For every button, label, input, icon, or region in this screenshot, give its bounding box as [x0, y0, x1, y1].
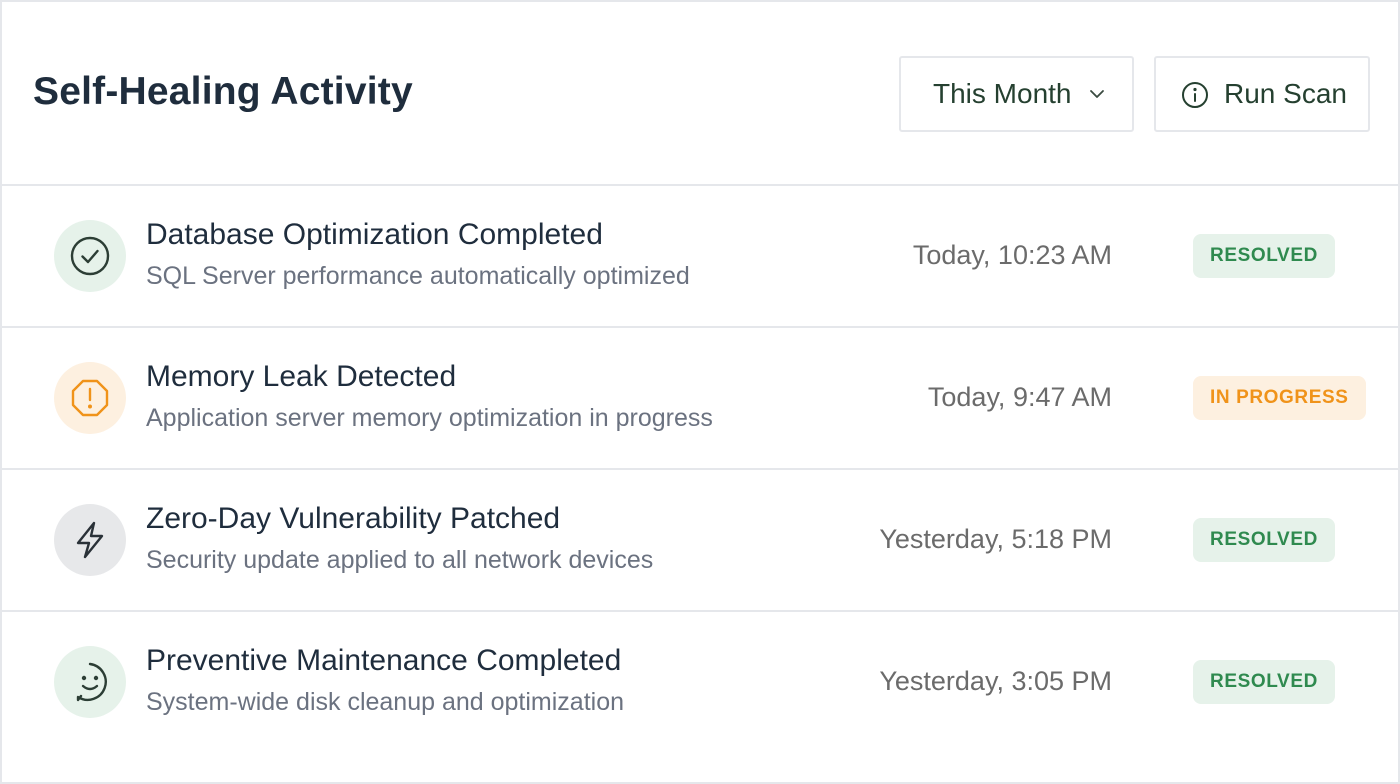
status-badge: IN PROGRESS — [1193, 376, 1366, 420]
activity-title: Memory Leak Detected — [146, 360, 457, 393]
activity-title: Zero-Day Vulnerability Patched — [146, 502, 561, 535]
activity-subtitle: System-wide disk cleanup and optimizatio… — [146, 688, 625, 716]
activity-icon-badge — [54, 646, 126, 718]
activity-title: Preventive Maintenance Completed — [146, 644, 622, 677]
card-header: Self-Healing Activity This Month Run Sca… — [2, 2, 1398, 186]
check-circle-icon — [70, 236, 110, 276]
activity-subtitle: Security update applied to all network d… — [146, 546, 654, 574]
info-icon — [1182, 82, 1208, 108]
activity-subtitle: SQL Server performance automatically opt… — [146, 262, 690, 290]
activity-time: Today, 10:23 AM — [912, 240, 1112, 270]
activity-card: Self-Healing Activity This Month Run Sca… — [0, 0, 1400, 784]
activity-time: Today, 9:47 AM — [927, 382, 1112, 412]
activity-row[interactable]: Zero-Day Vulnerability Patched Security … — [2, 470, 1398, 612]
page-title: Self-Healing Activity — [33, 70, 413, 113]
activity-icon-badge — [54, 362, 126, 434]
activity-subtitle: Application server memory optimization i… — [146, 404, 713, 432]
run-scan-label: Run Scan — [1224, 78, 1347, 109]
run-scan-button[interactable]: Run Scan — [1154, 56, 1370, 132]
activity-title: Database Optimization Completed — [146, 218, 603, 251]
activity-time: Yesterday, 5:18 PM — [879, 524, 1112, 554]
alert-octagon-icon — [71, 379, 109, 417]
activity-row[interactable]: Memory Leak Detected Application server … — [2, 328, 1398, 470]
status-badge: RESOLVED — [1193, 660, 1335, 704]
period-dropdown-button[interactable]: This Month — [899, 56, 1134, 132]
lightning-icon — [76, 521, 104, 559]
chevron-down-icon — [1090, 90, 1104, 98]
activity-icon-badge — [54, 504, 126, 576]
activity-icon-badge — [54, 220, 126, 292]
activity-row[interactable]: Preventive Maintenance Completed System-… — [2, 612, 1398, 754]
period-dropdown-label: This Month — [933, 78, 1072, 109]
activity-row[interactable]: Database Optimization Completed SQL Serv… — [2, 186, 1398, 328]
status-badge: RESOLVED — [1193, 234, 1335, 278]
status-badge: RESOLVED — [1193, 518, 1335, 562]
activity-time: Yesterday, 3:05 PM — [879, 666, 1112, 696]
smile-icon — [76, 662, 107, 702]
